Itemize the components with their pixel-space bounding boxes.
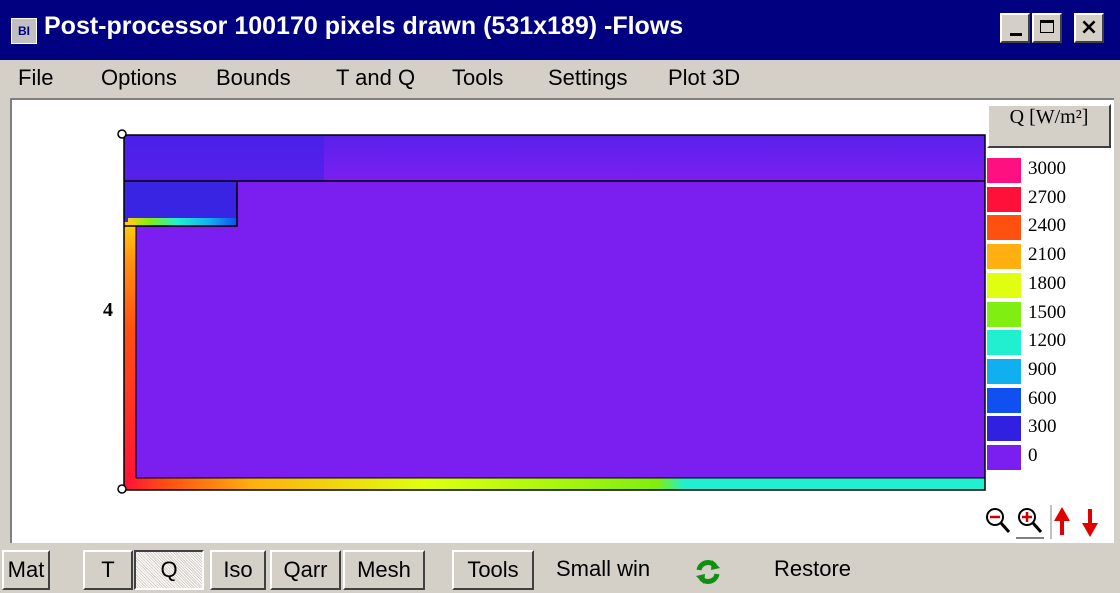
axis-label: 4 <box>103 299 113 321</box>
plot-bottom-strip <box>124 478 985 490</box>
zoom-in-icon[interactable] <box>1016 505 1044 539</box>
tools-button[interactable]: Tools <box>452 550 534 590</box>
mesh-button[interactable]: Mesh <box>343 550 425 590</box>
legend-swatch <box>987 387 1021 413</box>
legend-label: 300 <box>1028 416 1057 438</box>
legend-label: 900 <box>1028 358 1057 380</box>
legend-label: 2400 <box>1028 215 1066 237</box>
legend-label: 2100 <box>1028 244 1066 266</box>
legend-label: 1500 <box>1028 301 1066 323</box>
refresh-icon[interactable] <box>694 558 722 586</box>
legend-label: 0 <box>1028 445 1038 466</box>
legend-label: 1200 <box>1028 330 1066 352</box>
legend-swatch <box>987 272 1021 298</box>
q-button[interactable]: Q <box>134 550 204 590</box>
qarr-button[interactable]: Qarr <box>270 550 341 590</box>
legend-swatch <box>987 186 1021 212</box>
flux-plot[interactable] <box>0 0 1120 593</box>
t-button[interactable]: T <box>83 550 133 590</box>
legend-swatch <box>987 244 1021 270</box>
zoom-out-icon[interactable] <box>984 505 1012 539</box>
legend-label: 1800 <box>1028 272 1066 294</box>
restore-button[interactable]: Restore <box>774 556 851 582</box>
corner-marker-bottom <box>117 484 127 494</box>
legend-label: 2700 <box>1028 186 1066 208</box>
plot-left-strip <box>124 222 136 490</box>
iso-button[interactable]: Iso <box>210 550 266 590</box>
plot-inner-strip <box>128 218 237 226</box>
mat-button[interactable]: Mat <box>2 550 50 590</box>
legend-label: 600 <box>1028 387 1057 409</box>
zoom-toolbar <box>980 505 1110 541</box>
plot-body <box>124 135 985 490</box>
legend-label: 3000 <box>1028 158 1066 179</box>
corner-marker-top <box>117 129 127 139</box>
legend-swatch <box>987 301 1021 327</box>
legend-swatch <box>987 445 1021 470</box>
bottom-toolbar: Mat T Q Iso Qarr Mesh Tools Small win Re… <box>0 546 1120 593</box>
arrow-down-icon[interactable] <box>1078 505 1106 539</box>
arrow-up-icon[interactable] <box>1050 505 1078 539</box>
plot-top-hotspot <box>124 135 324 181</box>
legend-swatch <box>987 158 1021 183</box>
legend-title-button[interactable]: Q [W/m²] <box>987 104 1111 148</box>
legend-swatch <box>987 330 1021 356</box>
legend-swatch <box>987 358 1021 384</box>
small-win-button[interactable]: Small win <box>556 556 650 582</box>
legend-swatch <box>987 416 1021 442</box>
legend-swatch <box>987 215 1021 241</box>
